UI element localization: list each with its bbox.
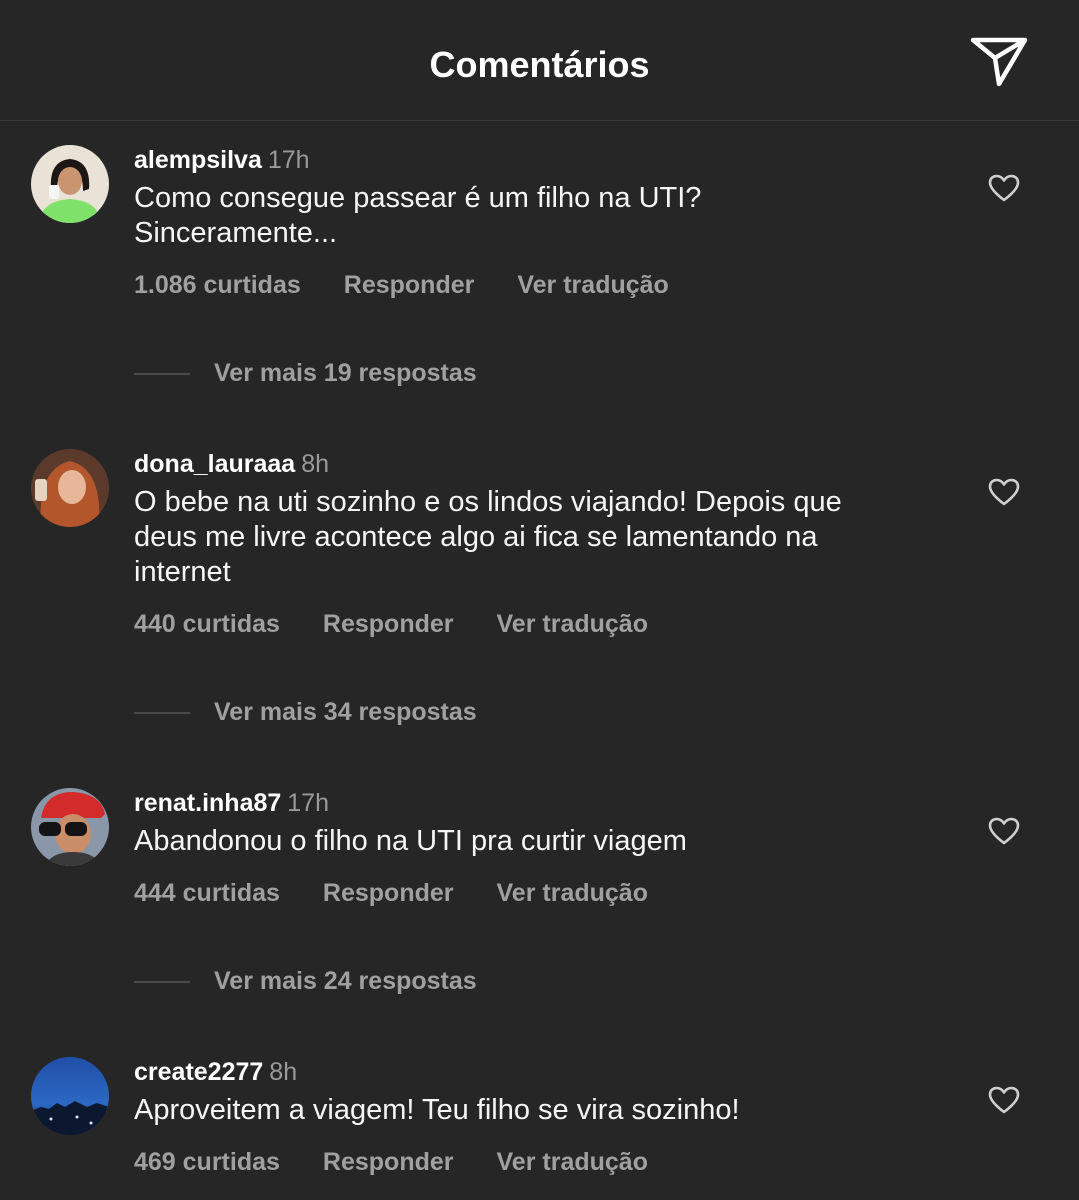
- like-button[interactable]: [986, 817, 1022, 849]
- heart-icon: [988, 817, 1020, 850]
- view-replies-button[interactable]: Ver mais 19 respostas: [134, 359, 477, 388]
- comment-actions: 440 curtidas Responder Ver tradução: [134, 610, 648, 639]
- reply-button[interactable]: Responder: [344, 271, 475, 300]
- likes-count[interactable]: 469 curtidas: [134, 1148, 280, 1177]
- translate-button[interactable]: Ver tradução: [497, 1148, 648, 1177]
- avatar[interactable]: [31, 449, 109, 527]
- translate-button[interactable]: Ver tradução: [497, 879, 648, 908]
- comments-screen: Comentários alempsilva 17h Como consegue …: [0, 0, 1079, 1200]
- comment-actions: 1.086 curtidas Responder Ver tradução: [134, 271, 669, 300]
- comment-actions: 469 curtidas Responder Ver tradução: [134, 1148, 648, 1177]
- comment-text: Como consegue passear é um filho na UTI?…: [134, 182, 702, 249]
- page-title: Comentários: [429, 44, 650, 85]
- replies-divider: [134, 980, 190, 983]
- view-replies-label: Ver mais 19 respostas: [214, 359, 477, 387]
- share-button[interactable]: [966, 34, 1032, 94]
- view-replies-label: Ver mais 24 respostas: [214, 967, 477, 995]
- comment-text: O bebe na uti sozinho e os lindos viajan…: [134, 486, 842, 588]
- avatar[interactable]: [31, 145, 109, 223]
- like-button[interactable]: [986, 478, 1022, 510]
- translate-button[interactable]: Ver tradução: [497, 610, 648, 639]
- username[interactable]: dona_lauraaa: [134, 450, 295, 478]
- replies-divider: [134, 372, 190, 375]
- view-replies-button[interactable]: Ver mais 24 respostas: [134, 967, 477, 996]
- header: Comentários: [0, 0, 1079, 121]
- likes-count[interactable]: 440 curtidas: [134, 610, 280, 639]
- translate-button[interactable]: Ver tradução: [517, 271, 668, 300]
- reply-button[interactable]: Responder: [323, 879, 454, 908]
- view-replies-button[interactable]: Ver mais 34 respostas: [134, 698, 477, 727]
- comment-text: Abandonou o filho na UTI pra curtir viag…: [134, 825, 687, 857]
- avatar[interactable]: [31, 788, 109, 866]
- reply-button[interactable]: Responder: [323, 1148, 454, 1177]
- heart-icon: [988, 478, 1020, 511]
- timestamp: 8h: [269, 1058, 298, 1086]
- comment-actions: 444 curtidas Responder Ver tradução: [134, 879, 648, 908]
- replies-divider: [134, 711, 190, 714]
- comment-text: Aproveitem a viagem! Teu filho se vira s…: [134, 1094, 740, 1126]
- timestamp: 8h: [301, 450, 329, 478]
- likes-count[interactable]: 444 curtidas: [134, 879, 280, 908]
- paper-plane-icon: [970, 36, 1028, 93]
- avatar[interactable]: [31, 1057, 109, 1135]
- reply-button[interactable]: Responder: [323, 610, 454, 639]
- timestamp: 17h: [267, 146, 310, 174]
- like-button[interactable]: [986, 1086, 1022, 1118]
- timestamp: 17h: [287, 789, 329, 817]
- like-button[interactable]: [986, 174, 1022, 206]
- username[interactable]: alempsilva: [134, 146, 262, 174]
- heart-icon: [988, 1086, 1020, 1119]
- heart-icon: [988, 174, 1020, 207]
- username[interactable]: renat.inha87: [134, 789, 281, 817]
- username[interactable]: create2277: [134, 1058, 263, 1086]
- view-replies-label: Ver mais 34 respostas: [214, 698, 477, 726]
- likes-count[interactable]: 1.086 curtidas: [134, 271, 301, 300]
